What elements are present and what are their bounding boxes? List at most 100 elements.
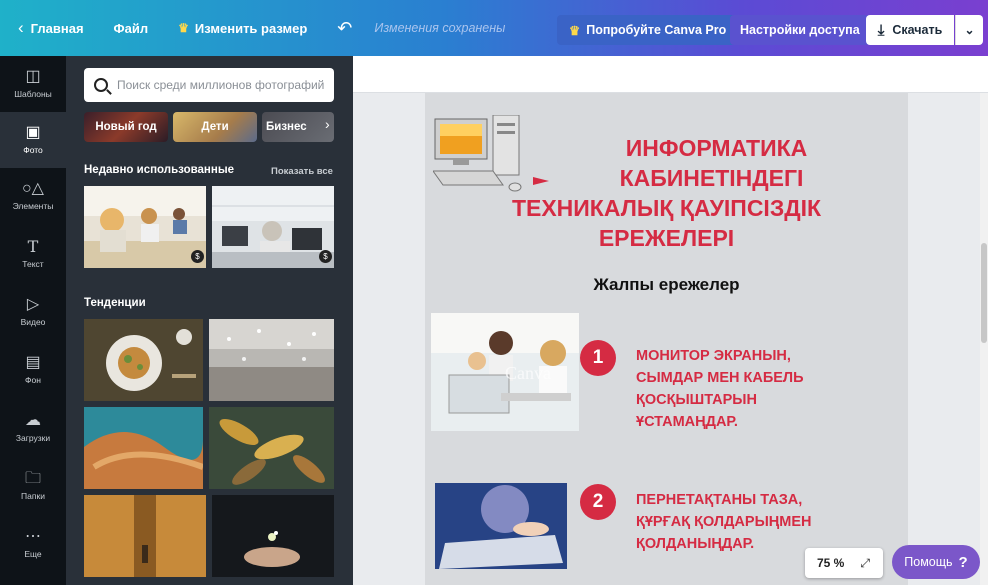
- expand-icon[interactable]: ⤢: [860, 556, 870, 571]
- recent-photo-1[interactable]: [84, 186, 206, 268]
- photo-icon: ▣: [25, 124, 41, 141]
- classroom-photo: [84, 186, 206, 268]
- rule-2-line-1: ПЕРНЕТАҚТАНЫ ТАЗА,: [636, 492, 803, 508]
- try-pro-button[interactable]: ♛ Попробуйте Canva Pro: [557, 15, 739, 45]
- zoom-value: 75 %: [817, 556, 845, 570]
- photo-panel: Новый год Дети Бизнес › Недавно использо…: [66, 56, 353, 585]
- resize-label: Изменить размер: [194, 20, 308, 36]
- rail-label: Фото: [23, 145, 43, 155]
- rail-item-uploads[interactable]: ☁ Загрузки: [0, 400, 66, 456]
- rule-1-line-1: МОНИТОР ЭКРАНЫН,: [636, 348, 791, 364]
- poster-title[interactable]: ИНФОРМАТИКА КАБИНЕТІНДЕГІ ТЕХНИКАЛЫҚ ҚАУ…: [425, 133, 908, 253]
- rail-label: Элементы: [12, 201, 54, 211]
- top-bar: ‹ Главная Файл ♛ Изменить размер ↶ Измен…: [0, 0, 988, 56]
- rail-item-templates[interactable]: ◫ Шаблоны: [0, 56, 66, 112]
- question-icon: ?: [958, 553, 968, 571]
- rail-item-photo[interactable]: ▣ Фото: [0, 112, 66, 168]
- download-icon: ⤓: [877, 21, 885, 39]
- rail-label: Шаблоны: [14, 89, 52, 99]
- trend-photo-food[interactable]: [84, 319, 203, 401]
- rain-photo: [209, 319, 334, 401]
- corridor-photo: [84, 495, 206, 577]
- chevron-right-icon[interactable]: ›: [325, 116, 330, 132]
- rail-item-video[interactable]: ▷ Видео: [0, 284, 66, 340]
- rail-label: Папки: [21, 491, 45, 501]
- photo-search[interactable]: [84, 68, 334, 102]
- side-rail: ◫ Шаблоны ▣ Фото ○△ Элементы T Текст ▷ В…: [0, 56, 66, 585]
- rail-item-background[interactable]: ▤ Фон: [0, 342, 66, 398]
- text-icon: T: [27, 237, 39, 256]
- home-button[interactable]: ‹ Главная: [18, 0, 84, 56]
- office-photo: [212, 186, 334, 268]
- poster-subtitle[interactable]: Жалпы ережелер: [425, 275, 908, 295]
- download-button[interactable]: ⤓ Скачать: [866, 15, 954, 45]
- save-status: Изменения сохранены: [374, 21, 506, 35]
- canvas-area: ИНФОРМАТИКА КАБИНЕТІНДЕГІ ТЕХНИКАЛЫҚ ҚАУ…: [353, 56, 988, 585]
- rule-1-line-2: СЫМДАР МЕН КАБЕЛЬ: [636, 370, 804, 386]
- file-menu-button[interactable]: Файл: [114, 0, 149, 56]
- show-all-link[interactable]: Показать все: [271, 166, 333, 177]
- price-badge: $: [319, 250, 332, 263]
- recent-photo-2[interactable]: $: [212, 186, 334, 268]
- rail-label: Видео: [20, 317, 46, 327]
- watermark: Canva: [505, 363, 551, 383]
- rule-1-line-4: ҰСТАМАҢДАР.: [636, 414, 738, 430]
- rule-2-photo[interactable]: [435, 483, 567, 569]
- trend-photo-corridor[interactable]: [84, 495, 206, 577]
- more-icon: ⋯: [25, 528, 41, 545]
- search-input[interactable]: [117, 78, 327, 92]
- templates-icon: ◫: [25, 68, 41, 85]
- title-line-3: ТЕХНИКАЛЫҚ ҚАУІПСІЗДІК: [511, 195, 822, 221]
- trends-title: Тенденции: [84, 297, 146, 309]
- rule-2-text[interactable]: ПЕРНЕТАҚТАНЫ ТАЗА, ҚҰРҒАҚ ҚОЛДАРЫҢМЕН ҚО…: [636, 489, 811, 555]
- scrollbar-thumb[interactable]: [981, 243, 987, 343]
- try-pro-label: Попробуйте Canva Pro: [586, 23, 727, 37]
- crown-icon: ♛: [178, 21, 189, 35]
- food-photo: [84, 319, 203, 401]
- trend-photo-hand[interactable]: [212, 495, 334, 577]
- resize-button[interactable]: ♛ Изменить размер: [178, 0, 307, 56]
- help-button[interactable]: Помощь ?: [892, 545, 980, 579]
- rail-label: Загрузки: [15, 433, 51, 443]
- rail-item-elements[interactable]: ○△ Элементы: [0, 168, 66, 224]
- price-badge: $: [191, 250, 204, 263]
- trend-photo-aerial[interactable]: [84, 407, 203, 489]
- video-icon: ▷: [26, 296, 40, 313]
- rule-2-number[interactable]: 2: [580, 484, 616, 520]
- chevron-left-icon: ‹: [18, 18, 24, 37]
- rail-item-more[interactable]: ⋯ Еще: [0, 516, 66, 572]
- chip-kids[interactable]: Дети: [173, 112, 257, 142]
- rule-1-text[interactable]: МОНИТОР ЭКРАНЫН, СЫМДАР МЕН КАБЕЛЬ ҚОСҚЫ…: [636, 345, 804, 433]
- trend-photo-fish[interactable]: [209, 407, 334, 489]
- fish-photo: [209, 407, 334, 489]
- chevron-down-icon: ⌄: [964, 23, 975, 37]
- folder-icon: 🗀: [24, 470, 41, 487]
- zoom-control[interactable]: 75 % ⤢: [805, 548, 883, 578]
- title-line-2: КАБИНЕТІНДЕГІ: [619, 165, 804, 191]
- chip-new-year[interactable]: Новый год: [84, 112, 168, 142]
- rule-1-photo[interactable]: Canva: [431, 313, 579, 431]
- hand-photo: [212, 495, 334, 577]
- rule-2-line-3: ҚОЛДАНЫҢДАР.: [636, 536, 755, 552]
- rail-label: Текст: [22, 259, 44, 269]
- download-options-button[interactable]: ⌄: [955, 15, 983, 45]
- aerial-photo: [84, 407, 203, 489]
- rule-1-line-3: ҚОСҚЫШТАРЫН: [636, 392, 757, 408]
- background-icon: ▤: [25, 354, 41, 371]
- title-line-4: ЕРЕЖЕЛЕРІ: [598, 225, 735, 251]
- rail-item-text[interactable]: T Текст: [0, 226, 66, 282]
- design-page[interactable]: ИНФОРМАТИКА КАБИНЕТІНДЕГІ ТЕХНИКАЛЫҚ ҚАУ…: [425, 93, 908, 585]
- undo-icon[interactable]: ↶: [337, 0, 352, 56]
- recent-title: Недавно использованные: [84, 164, 235, 176]
- rail-item-folders[interactable]: 🗀 Папки: [0, 458, 66, 514]
- rule-1-number[interactable]: 1: [580, 340, 616, 376]
- elements-icon: ○△: [22, 180, 44, 197]
- trend-photo-rain[interactable]: [209, 319, 334, 401]
- chip-business[interactable]: Бизнес: [262, 112, 334, 142]
- search-icon: [94, 78, 108, 92]
- help-label: Помощь: [904, 555, 953, 569]
- access-settings-button[interactable]: Настройки доступа: [730, 15, 870, 45]
- canvas-scrollbar[interactable]: [980, 93, 988, 585]
- rule-2-line-2: ҚҰРҒАҚ ҚОЛДАРЫҢМЕН: [636, 514, 812, 530]
- rail-label: Фон: [25, 375, 41, 385]
